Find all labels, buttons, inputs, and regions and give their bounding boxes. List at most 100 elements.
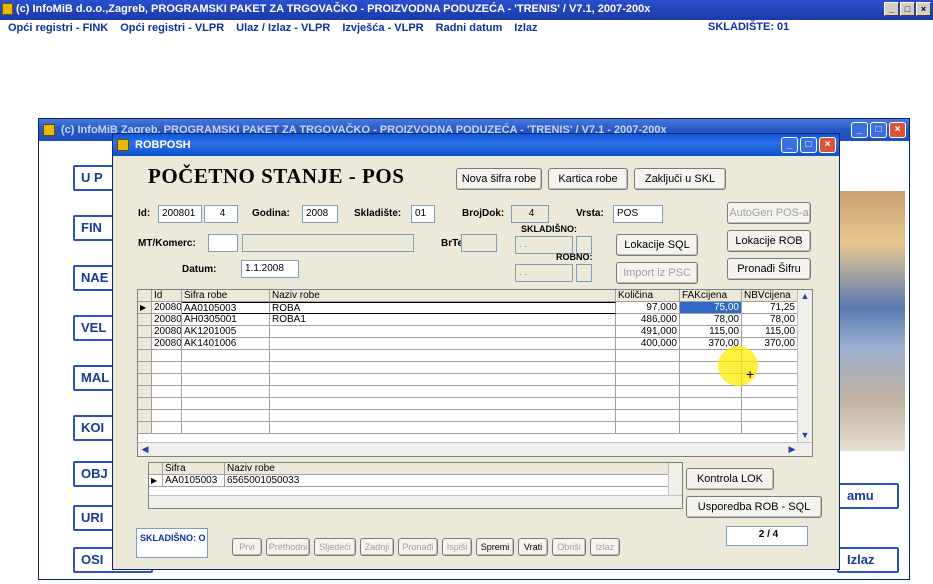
grid-cell-fakcijena[interactable] <box>680 386 742 398</box>
table-row[interactable] <box>138 362 798 374</box>
grid-cell-nbvcijena[interactable]: 78,00 <box>742 314 798 326</box>
grid-cell-nbvcijena[interactable] <box>742 410 798 422</box>
table-row[interactable] <box>138 374 798 386</box>
subgrid-cell-naziv[interactable]: 6565001050033 <box>225 475 669 487</box>
grid-cell-naziv[interactable]: ROBA <box>270 302 616 314</box>
nav-zadnji-button[interactable]: Zadnji <box>360 538 394 556</box>
bg-maximize-button[interactable]: □ <box>870 122 887 138</box>
grid-header-kolicina[interactable]: Količina <box>616 290 680 302</box>
row-selector[interactable] <box>138 314 152 326</box>
grid-cell-fakcijena[interactable]: 78,00 <box>680 314 742 326</box>
nova-sifra-robe-button[interactable]: Nova šifra robe <box>456 168 542 190</box>
grid-cell-naziv[interactable] <box>270 362 616 374</box>
subgrid-header-naziv[interactable]: Naziv robe <box>225 463 669 475</box>
grid-cell-kolicina[interactable]: 491,000 <box>616 326 680 338</box>
scroll-right-icon[interactable]: ▶ <box>785 443 799 456</box>
grid-cell-naziv[interactable]: ROBA1 <box>270 314 616 326</box>
kontrola-lok-button[interactable]: Kontrola LOK <box>686 468 774 490</box>
grid-cell-sifra[interactable] <box>182 362 270 374</box>
mt-komerc-field[interactable] <box>208 234 238 252</box>
grid-cell-sifra[interactable] <box>182 386 270 398</box>
grid-cell-kolicina[interactable]: 400,000 <box>616 338 680 350</box>
grid-cell-sifra[interactable] <box>182 422 270 434</box>
restore-button[interactable]: □ <box>900 2 915 16</box>
scroll-up-icon[interactable]: ▲ <box>798 290 812 303</box>
grid-cell-sifra[interactable]: AH0305001 <box>182 314 270 326</box>
izlaz-button[interactable]: Izlaz <box>590 538 620 556</box>
grid-header-id[interactable]: Id <box>152 290 182 302</box>
scroll-down-icon[interactable]: ▼ <box>798 429 812 442</box>
menu-ulaz-izlaz[interactable]: Ulaz / Izlaz - VLPR <box>230 22 336 34</box>
obrisi-button[interactable]: Obriši <box>552 538 586 556</box>
dialog-minimize-button[interactable]: _ <box>781 137 798 153</box>
grid-vertical-scrollbar[interactable]: ▲ ▼ <box>797 290 812 442</box>
close-button[interactable]: × <box>916 2 931 16</box>
grid-cell-kolicina[interactable]: 486,000 <box>616 314 680 326</box>
grid-cell-kolicina[interactable] <box>616 374 680 386</box>
main-menu-button-samu[interactable]: amu <box>837 483 899 509</box>
grid-cell-kolicina[interactable] <box>616 422 680 434</box>
scroll-left-icon[interactable]: ◀ <box>138 443 152 456</box>
row-pointer-icon[interactable]: ▶ <box>138 302 152 314</box>
table-row[interactable] <box>138 350 798 362</box>
subgrid-horizontal-scrollbar[interactable] <box>149 495 682 508</box>
row-selector[interactable] <box>138 326 152 338</box>
nav-prvi-button[interactable]: Prvi <box>232 538 262 556</box>
row-selector[interactable] <box>138 374 152 386</box>
lokacije-sql-button[interactable]: Lokacije SQL <box>616 234 698 256</box>
grid-cell-id[interactable]: 20080 <box>152 338 182 350</box>
grid-cell-sifra[interactable]: AK1401006 <box>182 338 270 350</box>
table-row[interactable]: 20080 AK1201005 491,000 115,00 115,00 <box>138 326 798 338</box>
grid-cell-id[interactable] <box>152 398 182 410</box>
skladiste-field[interactable]: 01 <box>411 205 435 223</box>
import-iz-psc-button[interactable]: Import iz PSC <box>616 262 698 284</box>
table-row[interactable]: 20080 AK1401006 400,000 370,00 370,00 <box>138 338 798 350</box>
table-row[interactable] <box>138 422 798 434</box>
items-grid[interactable]: Id Šifra robe Naziv robe Količina FAKcij… <box>137 289 813 457</box>
grid-cell-id[interactable]: 20080 <box>152 314 182 326</box>
grid-cell-kolicina[interactable] <box>616 386 680 398</box>
grid-cell-sifra[interactable] <box>182 350 270 362</box>
grid-cell-sifra[interactable] <box>182 398 270 410</box>
menu-opci-registri-fink[interactable]: Opći registri - FINK <box>0 22 114 34</box>
grid-cell-id[interactable] <box>152 374 182 386</box>
dialog-close-button[interactable]: × <box>819 137 836 153</box>
grid-cell-nbvcijena[interactable] <box>742 422 798 434</box>
autogen-pos-button[interactable]: AutoGen POS-a <box>727 202 811 224</box>
grid-header-nbvcijena[interactable]: NBVcijena <box>742 290 798 302</box>
grid-cell-kolicina[interactable] <box>616 410 680 422</box>
menu-radni-datum[interactable]: Radni datum <box>430 22 509 34</box>
subgrid-cell-sifra[interactable]: AA0105003 <box>163 475 225 487</box>
grid-cell-naziv[interactable] <box>270 338 616 350</box>
grid-horizontal-scrollbar[interactable]: ◀ ▶ <box>138 442 812 456</box>
grid-cell-sifra[interactable] <box>182 410 270 422</box>
id-number-field[interactable]: 4 <box>204 205 238 223</box>
lokacije-rob-button[interactable]: Lokacije ROB <box>727 230 811 252</box>
grid-cell-kolicina[interactable] <box>616 398 680 410</box>
subgrid-header-sifra[interactable]: Šifra <box>163 463 225 475</box>
table-row[interactable] <box>138 410 798 422</box>
nav-sljedeci-button[interactable]: Sljedeći <box>314 538 356 556</box>
subgrid-row[interactable]: ▶ AA0105003 6565001050033 <box>149 475 669 487</box>
grid-header-sifra[interactable]: Šifra robe <box>182 290 270 302</box>
table-row[interactable] <box>138 386 798 398</box>
grid-cell-id[interactable] <box>152 362 182 374</box>
grid-cell-nbvcijena[interactable]: 370,00 <box>742 338 798 350</box>
grid-header-naziv[interactable]: Naziv robe <box>270 290 616 302</box>
grid-cell-naziv[interactable] <box>270 386 616 398</box>
menu-izlaz[interactable]: Izlaz <box>508 22 543 34</box>
menu-opci-registri-vlpr[interactable]: Opći registri - VLPR <box>114 22 230 34</box>
grid-cell-nbvcijena[interactable]: 115,00 <box>742 326 798 338</box>
bg-close-button[interactable]: × <box>889 122 906 138</box>
id-field[interactable]: 200801 <box>158 205 202 223</box>
row-selector[interactable] <box>138 350 152 362</box>
grid-cell-naziv[interactable] <box>270 410 616 422</box>
table-row[interactable]: ▶ 20080 AA0105003 ROBA 97,000 75,00 71,25 <box>138 302 798 314</box>
grid-cell-fakcijena[interactable]: 75,00 <box>680 302 742 314</box>
grid-cell-id[interactable]: 20080 <box>152 326 182 338</box>
grid-cell-sifra[interactable]: AK1201005 <box>182 326 270 338</box>
grid-cell-id[interactable] <box>152 386 182 398</box>
barcode-grid[interactable]: Šifra Naziv robe ▶ AA0105003 65650010500… <box>148 462 683 509</box>
grid-cell-fakcijena[interactable] <box>680 410 742 422</box>
grid-cell-naziv[interactable] <box>270 422 616 434</box>
